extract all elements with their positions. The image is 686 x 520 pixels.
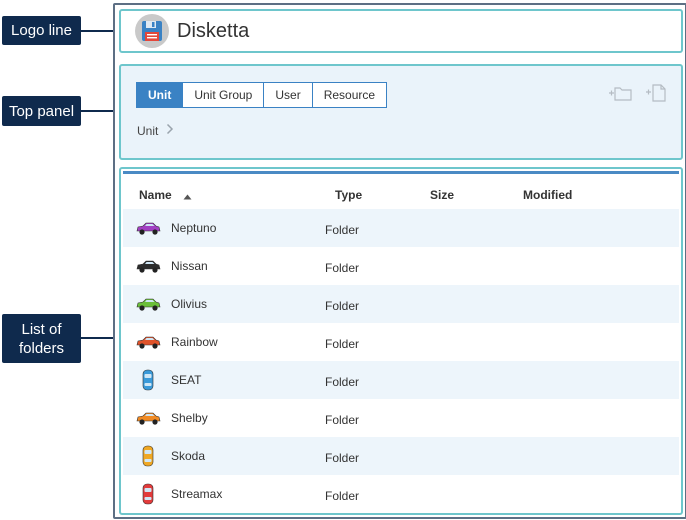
chevron-right-icon — [166, 123, 174, 138]
car-icon — [135, 445, 161, 467]
folder-name: Skoda — [171, 449, 206, 463]
new-file-icon[interactable] — [643, 83, 669, 103]
tab-resource[interactable]: Resource — [312, 82, 388, 108]
callout-leader — [81, 110, 117, 112]
floppy-disk-icon — [135, 14, 169, 48]
callout-top-panel: Top panel — [2, 96, 81, 126]
breadcrumb: Unit — [137, 123, 174, 138]
folder-name: SEAT — [171, 373, 202, 387]
car-icon — [135, 332, 161, 352]
folder-table: Name Type Size Modified Neptuno Folder Ni… — [123, 171, 679, 513]
tab-unit[interactable]: Unit — [136, 82, 184, 108]
column-header-size[interactable]: Size — [430, 188, 454, 202]
car-icon — [135, 218, 161, 238]
folder-type: Folder — [325, 489, 360, 503]
table-row[interactable]: Rainbow Folder — [123, 323, 679, 361]
annotated-screenshot: Logo line Top panel List of folders Disk… — [0, 0, 686, 520]
car-icon — [135, 256, 161, 276]
car-icon — [135, 408, 161, 428]
table-row[interactable]: Neptuno Folder — [123, 209, 679, 247]
folder-type: Folder — [325, 413, 360, 427]
folder-name: Olivius — [171, 297, 208, 311]
column-header-type[interactable]: Type — [335, 188, 362, 202]
table-body: Neptuno Folder Nissan Folder Olivius Folder… — [123, 209, 679, 513]
car-icon — [135, 483, 161, 505]
folder-name: Rainbow — [171, 335, 218, 349]
table-row[interactable]: Nissan Folder — [123, 247, 679, 285]
callout-leader — [81, 30, 117, 32]
folder-type: Folder — [325, 375, 360, 389]
car-icon — [135, 369, 161, 391]
tab-bar: Unit Unit Group User Resource — [136, 82, 388, 108]
table-row[interactable]: Shelby Folder — [123, 399, 679, 437]
breadcrumb-item-unit[interactable]: Unit — [137, 124, 158, 138]
folder-name: Nissan — [171, 259, 208, 273]
table-row[interactable]: Streamax Folder — [123, 475, 679, 513]
table-header: Name Type Size Modified — [123, 174, 679, 209]
app-window: Disketta Unit Unit Group User Resource U… — [113, 3, 686, 519]
column-header-name[interactable]: Name — [139, 188, 192, 203]
table-row[interactable]: Olivius Folder — [123, 285, 679, 323]
folder-type: Folder — [325, 299, 360, 313]
folder-name: Shelby — [171, 411, 208, 425]
new-folder-icon[interactable] — [607, 83, 633, 103]
table-row[interactable]: Skoda Folder — [123, 437, 679, 475]
column-header-modified[interactable]: Modified — [523, 188, 572, 202]
app-title: Disketta — [177, 19, 250, 42]
folder-type: Folder — [325, 261, 360, 275]
car-icon — [135, 294, 161, 314]
callout-list-of-folders: List of folders — [2, 314, 81, 363]
folder-type: Folder — [325, 451, 360, 465]
folder-type: Folder — [325, 337, 360, 351]
folder-name: Neptuno — [171, 221, 217, 235]
folder-name: Streamax — [171, 487, 223, 501]
folder-type: Folder — [325, 223, 360, 237]
sort-ascending-icon — [183, 189, 192, 203]
table-row[interactable]: SEAT Folder — [123, 361, 679, 399]
list-of-folders: Name Type Size Modified Neptuno Folder Ni… — [119, 167, 683, 515]
column-header-name-label: Name — [139, 188, 172, 202]
tab-unit-group[interactable]: Unit Group — [183, 82, 265, 108]
callout-leader — [81, 337, 117, 339]
panel-actions — [607, 83, 669, 103]
tab-user[interactable]: User — [264, 82, 313, 108]
logo-line: Disketta — [119, 9, 683, 53]
callout-logo-line: Logo line — [2, 16, 81, 45]
top-panel: Unit Unit Group User Resource Unit — [119, 64, 683, 160]
